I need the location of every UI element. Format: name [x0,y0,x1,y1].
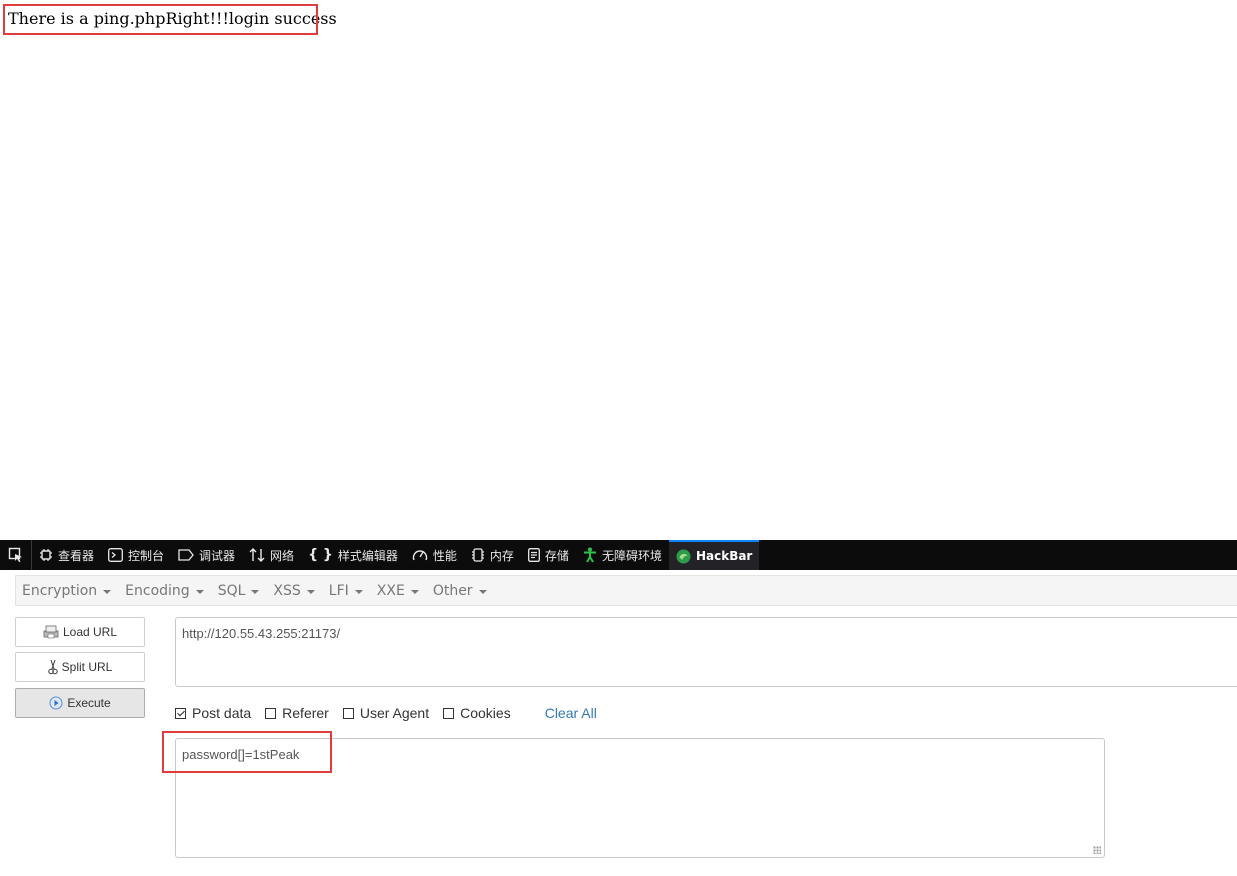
url-input[interactable]: http://120.55.43.255:21173/ [175,617,1237,687]
load-url-icon [43,625,59,639]
hackbar-menu: Encryption Encoding SQL XSS LFI XXE Othe… [15,575,1237,606]
execute-button[interactable]: Execute [15,688,145,718]
tab-label: 内存 [489,548,514,563]
console-icon [108,548,123,562]
request-options: Post data Referer User Agent Cookies Cle… [175,704,597,722]
caret-down-icon [195,589,204,594]
tab-label: 性能 [432,548,457,563]
caret-down-icon [251,589,260,594]
menu-xss[interactable]: XSS [267,583,322,599]
caret-down-icon [478,589,487,594]
checkbox-icon [443,707,455,719]
tab-accessibility[interactable]: 无障碍环境 [576,540,669,570]
cookies-checkbox[interactable]: Cookies [443,705,511,721]
performance-icon [412,550,428,561]
tab-label: 查看器 [58,548,95,563]
menu-lfi[interactable]: LFI [323,583,371,599]
page-output-text: There is a ping.phpRight!!!login success [8,9,337,28]
caret-down-icon [103,589,112,594]
caret-down-icon [306,589,315,594]
tab-style-editor[interactable]: { } 样式编辑器 [301,540,405,570]
play-icon [49,696,63,710]
post-data-checkbox[interactable]: Post data [175,705,251,721]
tab-label: 网络 [270,548,295,563]
resize-grip-icon[interactable] [1093,846,1101,854]
element-picker-icon[interactable] [0,540,32,570]
caret-down-icon [410,589,419,594]
tab-hackbar[interactable]: HackBar [668,540,760,570]
tab-inspector[interactable]: 查看器 [32,540,101,570]
checkbox-icon [342,707,354,719]
user-agent-checkbox[interactable]: User Agent [342,705,429,721]
post-data-input[interactable]: password[]=1stPeak [175,738,1105,858]
tab-network[interactable]: 网络 [242,540,301,570]
storage-icon [527,548,540,562]
load-url-button[interactable]: Load URL [15,617,145,647]
hackbar-panel: Encryption Encoding SQL XSS LFI XXE Othe… [0,570,1237,876]
hackbar-icon [676,549,691,563]
tab-label: 调试器 [199,548,236,563]
caret-down-icon [354,589,363,594]
debugger-icon [178,549,194,561]
tab-label: 控制台 [128,548,165,563]
tab-label: 无障碍环境 [601,548,662,563]
network-icon [249,548,265,562]
style-editor-icon: { } [308,547,333,563]
tab-console[interactable]: 控制台 [101,540,171,570]
scissors-icon [47,659,58,675]
accessibility-icon [583,547,596,563]
tab-memory[interactable]: 内存 [464,540,521,570]
clear-all-link[interactable]: Clear All [545,705,597,721]
menu-encryption[interactable]: Encryption [16,583,119,599]
menu-xxe[interactable]: XXE [371,583,427,599]
split-url-button[interactable]: Split URL [15,652,145,682]
tab-label: 存储 [544,548,569,563]
menu-encoding[interactable]: Encoding [119,583,212,599]
tab-debugger[interactable]: 调试器 [171,540,242,570]
menu-other[interactable]: Other [427,583,495,599]
tab-label: HackBar [695,549,753,563]
devtools-tabbar: 查看器 控制台 调试器 网络 { } 样式编辑器 性能 内存 存储 无障碍环境 … [0,540,1237,570]
checkbox-checked-icon [175,707,186,719]
inspector-icon [40,549,52,561]
tab-performance[interactable]: 性能 [405,540,464,570]
referer-checkbox[interactable]: Referer [265,705,329,721]
checkbox-icon [265,707,277,719]
memory-icon [471,548,484,562]
tab-label: 样式编辑器 [337,548,398,563]
menu-sql[interactable]: SQL [212,583,268,599]
tab-storage[interactable]: 存储 [521,540,576,570]
